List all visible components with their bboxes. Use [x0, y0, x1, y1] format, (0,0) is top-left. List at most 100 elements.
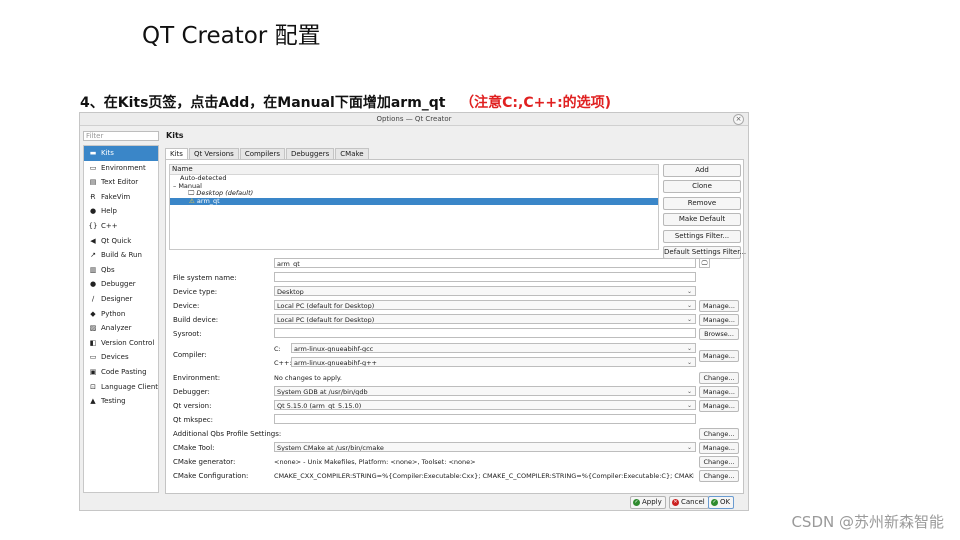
kit-name-field[interactable]: arm_qt: [274, 258, 696, 268]
sidebar-item-language-client[interactable]: ⊡ Language Client: [84, 380, 158, 395]
page-title: Kits: [166, 131, 184, 140]
device-type-value: Desktop: [277, 288, 304, 296]
sidebar-item-c[interactable]: {} C++: [84, 219, 158, 234]
sidebar-item-debugger[interactable]: ● Debugger: [84, 277, 158, 292]
device-select[interactable]: Local PC (default for Desktop) ⌄: [274, 300, 696, 310]
chevron-down-icon: ⌄: [686, 288, 692, 295]
tab-bar: Kits Qt Versions Compilers Debuggers CMake: [165, 148, 370, 159]
collapse-icon[interactable]: –: [173, 182, 176, 190]
sidebar-item-qbs[interactable]: ▥ Qbs: [84, 263, 158, 278]
sidebar-item-python[interactable]: ◆ Python: [84, 307, 158, 322]
sidebar-item-kits[interactable]: ▬ Kits: [84, 146, 158, 161]
sidebar-item-label: Language Client: [101, 382, 159, 391]
build-device-value: Local PC (default for Desktop): [277, 316, 375, 324]
qt-version-value: Qt 5.15.0 (arm_qt_5.15.0): [277, 402, 362, 410]
sidebar-item-devices[interactable]: ▭ Devices: [84, 350, 158, 365]
build-device-row: Build device: Local PC (default for Desk…: [173, 314, 739, 326]
device-type-select[interactable]: Desktop ⌄: [274, 286, 696, 296]
debugger-select[interactable]: System GDB at /usr/bin/gdb ⌄: [274, 386, 696, 396]
debugger-row: Debugger: System GDB at /usr/bin/gdb ⌄ Ma…: [173, 386, 739, 398]
file-system-name-row: File system name:: [173, 272, 739, 284]
file-system-name-field[interactable]: [274, 272, 696, 282]
sysroot-browse-button[interactable]: Browse...: [699, 328, 739, 340]
sidebar-item-label: Qt Quick: [101, 236, 132, 245]
compiler-c-value: arm-linux-gnueabihf-gcc: [294, 345, 374, 353]
options-window: Options — Qt Creator × Filter ▬ Kits ▭ Envi…: [79, 112, 749, 511]
cancel-button[interactable]: ✕ Cancel: [669, 496, 709, 509]
sidebar-item-code-pasting[interactable]: ▣ Code Pasting: [84, 365, 158, 380]
python-icon: ◆: [90, 309, 96, 318]
step-note: （注意C:,C++:的选项): [460, 95, 612, 111]
tree-item-arm-qt[interactable]: ⚠ arm_qt: [170, 196, 658, 205]
sidebar-item-label: Text Editor: [101, 178, 139, 187]
sidebar-item-environment[interactable]: ▭ Environment: [84, 161, 158, 176]
sidebar-item-qt-quick[interactable]: ◀ Qt Quick: [84, 234, 158, 249]
default-settings-filter-button[interactable]: Default Settings Filter...: [663, 245, 746, 259]
kit-icon-button[interactable]: 🖵: [699, 258, 710, 268]
filter-input[interactable]: Filter: [83, 131, 159, 141]
qt-version-select[interactable]: Qt 5.15.0 (arm_qt_5.15.0) ⌄: [274, 400, 696, 410]
cmake-config-change-button[interactable]: Change...: [699, 470, 739, 482]
build-run-icon: ↗: [90, 251, 96, 260]
sidebar-item-label: Devices: [101, 353, 129, 362]
sidebar-item-text-editor[interactable]: ▤ Text Editor: [84, 175, 158, 190]
tab-debuggers[interactable]: Debuggers: [285, 148, 335, 159]
compiler-cpp-label: C++:: [274, 359, 292, 367]
device-manage-button[interactable]: Manage...: [699, 300, 739, 312]
apply-button[interactable]: ✓ Apply: [630, 496, 666, 509]
sidebar-item-fakevim[interactable]: Ɍ FakeVim: [84, 190, 158, 205]
compiler-manage-button[interactable]: Manage...: [699, 350, 739, 362]
qt-mkspec-field[interactable]: [274, 414, 696, 424]
tree-item-auto-detected[interactable]: Auto-detected: [170, 174, 658, 183]
debugger-label: Debugger:: [173, 388, 210, 396]
sysroot-field[interactable]: [274, 328, 696, 338]
kits-tree[interactable]: Name Auto-detected – Manual 🖵 Desktop (d…: [169, 164, 659, 250]
qt-version-manage-button[interactable]: Manage...: [699, 400, 739, 412]
environment-row: Environment: No changes to apply. Change…: [173, 372, 739, 384]
sidebar-item-designer[interactable]: ∕ Designer: [84, 292, 158, 307]
close-icon[interactable]: ×: [733, 114, 744, 125]
build-device-manage-button[interactable]: Manage...: [699, 314, 739, 326]
cmake-tool-manage-button[interactable]: Manage...: [699, 442, 739, 454]
tab-compilers[interactable]: Compilers: [239, 148, 285, 159]
make-default-button[interactable]: Make Default: [663, 213, 741, 227]
tab-qt-versions[interactable]: Qt Versions: [188, 148, 239, 159]
build-device-select[interactable]: Local PC (default for Desktop) ⌄: [274, 314, 696, 324]
tab-kits[interactable]: Kits: [165, 148, 188, 159]
sidebar-item-testing[interactable]: ▲ Testing: [84, 394, 158, 409]
language-client-icon: ⊡: [90, 382, 96, 391]
kits-icon: ▬: [89, 149, 97, 157]
compiler-label: Compiler:: [173, 351, 207, 359]
sidebar-item-help[interactable]: ● Help: [84, 204, 158, 219]
cmake-config-value: CMAKE_CXX_COMPILER:STRING=%{Compiler:Exe…: [274, 472, 694, 480]
window-title: Options — Qt Creator: [376, 115, 452, 123]
device-row: Device: Local PC (default for Desktop) ⌄ …: [173, 300, 739, 312]
tree-item-desktop[interactable]: 🖵 Desktop (default): [170, 189, 658, 198]
sidebar-item-version-control[interactable]: ◧ Version Control: [84, 336, 158, 351]
sidebar-item-analyzer[interactable]: ▨ Analyzer: [84, 321, 158, 336]
environment-change-button[interactable]: Change...: [699, 372, 739, 384]
sidebar-item-build-run[interactable]: ↗ Build & Run: [84, 248, 158, 263]
help-icon: ●: [89, 207, 97, 216]
cmake-tool-select[interactable]: System CMake at /usr/bin/cmake ⌄: [274, 442, 696, 452]
compiler-c-select[interactable]: arm-linux-gnueabihf-gcc ⌄: [291, 343, 696, 353]
chevron-down-icon: ⌄: [686, 345, 692, 352]
compiler-cpp-select[interactable]: arm-linux-gnueabihf-g++ ⌄: [291, 357, 696, 367]
add-button[interactable]: Add: [663, 164, 741, 177]
analyzer-icon: ▨: [89, 324, 97, 333]
debugger-manage-button[interactable]: Manage...: [699, 386, 739, 398]
ok-button[interactable]: ✓ OK: [708, 496, 735, 509]
qbs-icon: ▥: [89, 265, 97, 274]
cmake-tool-row: CMake Tool: System CMake at /usr/bin/cma…: [173, 442, 739, 454]
tab-cmake[interactable]: CMake: [335, 148, 369, 159]
qbs-profile-change-button[interactable]: Change...: [699, 428, 739, 440]
qt-version-row: Qt version: Qt 5.15.0 (arm_qt_5.15.0) ⌄ M…: [173, 400, 739, 412]
clone-button[interactable]: Clone: [663, 180, 741, 194]
remove-button[interactable]: Remove: [663, 196, 741, 210]
cmake-tool-value: System CMake at /usr/bin/cmake: [277, 444, 384, 452]
fakevim-icon: Ɍ: [90, 192, 96, 201]
sidebar-item-label: Qbs: [101, 265, 115, 274]
tree-item-arm-qt-label: arm_qt: [196, 196, 220, 205]
settings-filter-button[interactable]: Settings Filter...: [663, 229, 741, 243]
cmake-generator-change-button[interactable]: Change...: [699, 456, 739, 468]
